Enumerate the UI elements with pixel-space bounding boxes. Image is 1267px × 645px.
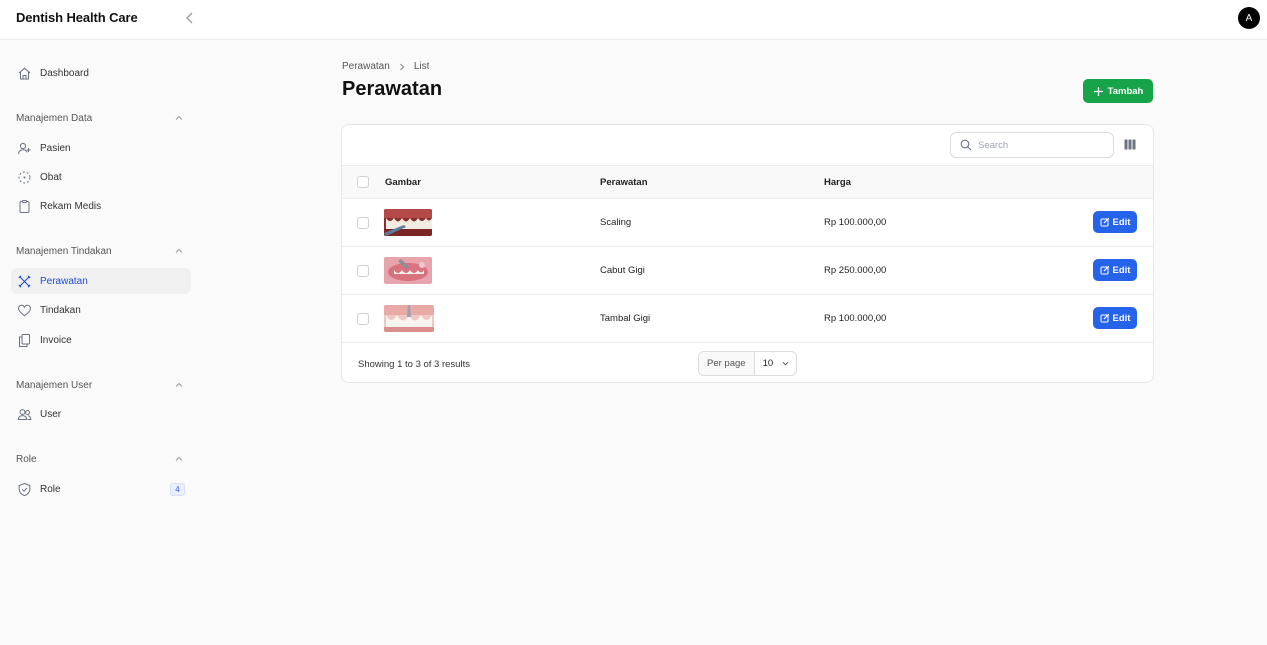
perawatan-cell: Scaling xyxy=(600,217,632,228)
shield-check-icon xyxy=(17,482,32,497)
brand-title[interactable]: Dentish Health Care xyxy=(16,10,138,25)
pill-icon xyxy=(17,170,32,185)
treatment-image xyxy=(384,209,432,236)
column-header-harga: Harga xyxy=(824,177,851,188)
edit-button[interactable]: Edit xyxy=(1093,211,1137,233)
sidebar-item-role[interactable]: Role 4 xyxy=(11,476,191,502)
plus-icon xyxy=(1093,86,1103,96)
pagination-summary: Showing 1 to 3 of 3 results xyxy=(358,359,470,370)
chevron-left-icon xyxy=(186,12,193,24)
chevron-up-icon[interactable] xyxy=(174,454,184,464)
per-page-label: Per page xyxy=(699,352,755,375)
sidebar-item-label: Rekam Medis xyxy=(40,200,102,212)
edit-icon xyxy=(1100,313,1109,323)
per-page-select[interactable]: Per page 10 xyxy=(698,351,797,376)
sidebar-item-obat[interactable]: Obat xyxy=(11,164,191,190)
group-title-role: Role xyxy=(16,454,37,465)
perawatan-cell: Cabut Gigi xyxy=(600,265,645,276)
per-page-value: 10 xyxy=(762,358,774,369)
user-plus-icon xyxy=(17,141,32,156)
table-row: Scaling Rp 100.000,00 Edit xyxy=(342,199,1153,247)
chevron-up-icon[interactable] xyxy=(174,113,184,123)
sidebar-item-perawatan[interactable]: Perawatan xyxy=(11,268,191,294)
sidebar-item-invoice[interactable]: Invoice xyxy=(11,327,191,353)
treatment-image xyxy=(384,305,434,332)
sidebar-item-label: Tindakan xyxy=(40,304,81,316)
edit-icon xyxy=(1100,265,1109,275)
harga-cell: Rp 250.000,00 xyxy=(824,265,887,276)
chevron-up-icon[interactable] xyxy=(174,380,184,390)
users-icon xyxy=(17,407,32,422)
select-all-checkbox[interactable] xyxy=(357,176,369,188)
sidebar: Dashboard Manajemen Data Pasien Obat Rek… xyxy=(0,40,200,645)
edit-button[interactable]: Edit xyxy=(1093,259,1137,281)
sidebar-item-label: Perawatan xyxy=(40,275,88,287)
clipboard-icon xyxy=(17,199,32,214)
breadcrumb-current: List xyxy=(413,61,430,72)
add-button-label: Tambah xyxy=(1107,85,1144,97)
columns-toggle-icon[interactable] xyxy=(1124,139,1136,150)
table-row: Cabut Gigi Rp 250.000,00 Edit xyxy=(342,247,1153,295)
documents-icon xyxy=(17,333,32,348)
table-row: Tambal Gigi Rp 100.000,00 Edit xyxy=(342,295,1153,343)
perawatan-cell: Tambal Gigi xyxy=(600,313,651,324)
sidebar-item-label: Role xyxy=(40,483,61,495)
row-checkbox[interactable] xyxy=(357,265,369,277)
sidebar-item-rekam-medis[interactable]: Rekam Medis xyxy=(11,193,191,219)
breadcrumb-parent[interactable]: Perawatan xyxy=(342,61,390,72)
heart-icon xyxy=(17,303,32,318)
chevron-right-icon xyxy=(398,63,406,71)
sidebar-item-label: Invoice xyxy=(40,334,72,346)
column-header-gambar: Gambar xyxy=(385,177,421,188)
page-title: Perawatan xyxy=(342,78,443,100)
sidebar-item-dashboard[interactable]: Dashboard xyxy=(11,60,191,86)
row-checkbox[interactable] xyxy=(357,313,369,325)
topbar: Dentish Health Care A xyxy=(0,0,1267,40)
chevron-up-icon[interactable] xyxy=(174,246,184,256)
group-title-manajemen-tindakan: Manajemen Tindakan xyxy=(16,246,112,257)
table-card: Gambar Perawatan Harga Scaling Rp 100.00… xyxy=(341,124,1154,383)
sidebar-item-user[interactable]: User xyxy=(11,401,191,427)
sidebar-item-label: Obat xyxy=(40,171,62,183)
sidebar-item-label: Pasien xyxy=(40,142,71,154)
add-button[interactable]: Tambah xyxy=(1083,79,1153,103)
home-icon xyxy=(17,66,32,81)
edit-button-label: Edit xyxy=(1112,216,1131,228)
edit-button-label: Edit xyxy=(1112,264,1131,276)
group-title-manajemen-user: Manajemen User xyxy=(16,380,93,391)
harga-cell: Rp 100.000,00 xyxy=(824,313,887,324)
edit-icon xyxy=(1100,217,1109,227)
sidebar-item-pasien[interactable]: Pasien xyxy=(11,135,191,161)
group-title-manajemen-data: Manajemen Data xyxy=(16,113,93,124)
row-checkbox[interactable] xyxy=(357,217,369,229)
avatar[interactable]: A xyxy=(1238,7,1260,29)
breadcrumb: Perawatan List xyxy=(342,61,429,72)
edit-button[interactable]: Edit xyxy=(1093,307,1137,329)
sidebar-item-tindakan[interactable]: Tindakan xyxy=(11,297,191,323)
harga-cell: Rp 100.000,00 xyxy=(824,217,887,228)
sidebar-item-label: User xyxy=(40,408,62,420)
treatment-image xyxy=(384,257,432,284)
edit-button-label: Edit xyxy=(1112,312,1131,324)
search-icon xyxy=(960,139,972,151)
search-box[interactable] xyxy=(950,132,1114,158)
role-count-badge: 4 xyxy=(170,483,185,496)
sidebar-item-label: Dashboard xyxy=(40,67,89,79)
tools-icon xyxy=(17,274,32,289)
search-input[interactable] xyxy=(978,139,1098,151)
table-header: Gambar Perawatan Harga xyxy=(342,165,1153,199)
column-header-perawatan: Perawatan xyxy=(600,177,648,188)
collapse-sidebar-button[interactable] xyxy=(182,10,198,26)
chevron-down-icon xyxy=(782,361,789,366)
